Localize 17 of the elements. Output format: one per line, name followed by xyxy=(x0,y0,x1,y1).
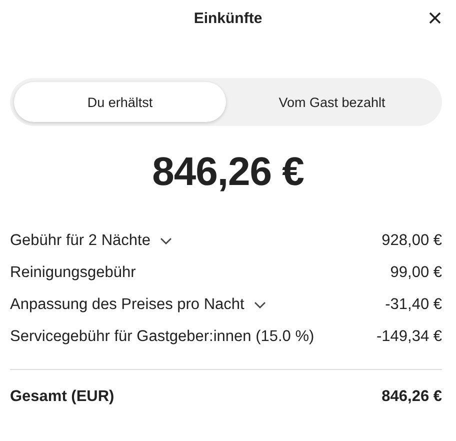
line-item-value: -31,40 € xyxy=(385,296,442,314)
line-item-label: Reinigungsgebühr xyxy=(10,264,136,282)
tab[interactable]: Du erhältst xyxy=(14,82,226,122)
line-item-value: -149,34 € xyxy=(376,328,442,346)
close-icon[interactable] xyxy=(428,11,442,25)
line-item-value: 928,00 € xyxy=(382,232,442,250)
line-item-label: Servicegebühr für Gastgeber:innen (15.0 %) xyxy=(10,328,314,346)
chevron-down-icon[interactable] xyxy=(254,301,266,309)
tab[interactable]: Vom Gast bezahlt xyxy=(226,82,438,122)
total-label: Gesamt (EUR) xyxy=(10,388,114,406)
line-item-value: 99,00 € xyxy=(390,264,442,282)
dialog-title: Einkünfte xyxy=(194,10,262,26)
line-item-label: Gebühr für 2 Nächte xyxy=(10,232,150,250)
total-value: 846,26 € xyxy=(382,388,442,406)
line-item-label: Anpassung des Preises pro Nacht xyxy=(10,296,244,314)
earnings-amount: 846,26 € xyxy=(151,150,305,195)
chevron-down-icon[interactable] xyxy=(160,237,172,245)
